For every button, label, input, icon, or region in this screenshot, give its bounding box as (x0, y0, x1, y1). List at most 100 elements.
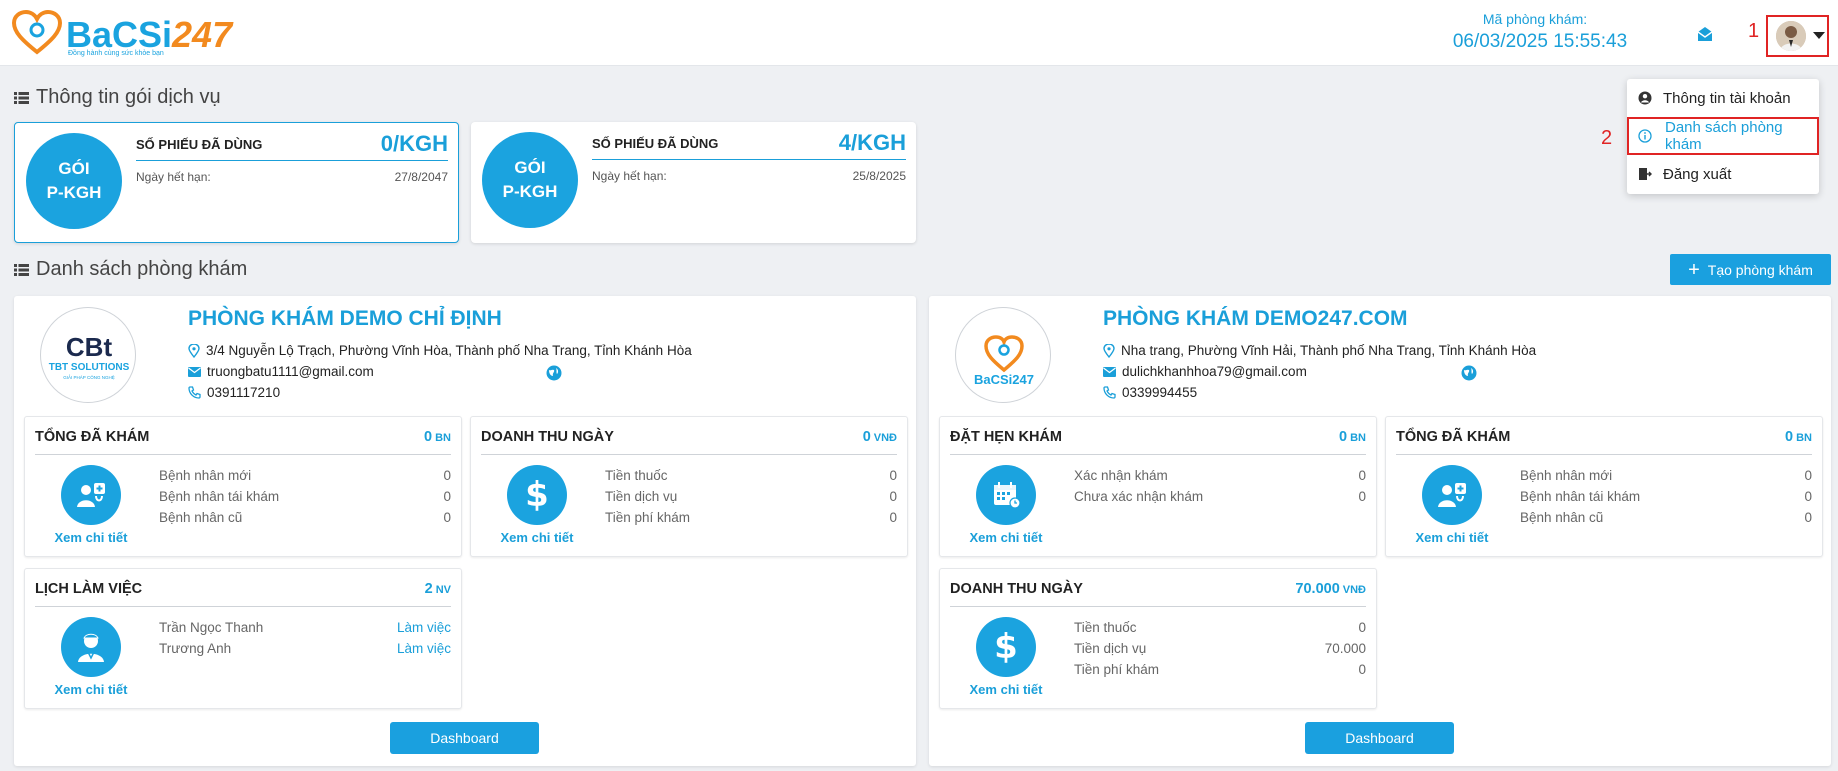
package-value: 4/KGH (838, 130, 906, 155)
clinic-phone: 0391117210 (188, 385, 280, 400)
datetime: 06/03/2025 15:55:43 (1452, 31, 1628, 52)
svg-text:BaCSi247: BaCSi247 (974, 372, 1034, 387)
clinic-address: Nha trang, Phường Vĩnh Hải, Thành phố Nh… (1103, 343, 1536, 358)
heart-logo-icon (12, 10, 62, 55)
clinic-code-label: Mã phòng khám: (1482, 11, 1588, 27)
clinic-email: dulichkhanhhoa79@gmail.com (1103, 364, 1307, 379)
clinic-panel: BaCSi247 PHÒNG KHÁM DEMO247.COM Nha tran… (929, 296, 1831, 766)
package-card[interactable]: GÓI P-KGH SỐ PHIẾU ĐÃ DÙNG 0/KGH Ngày hết… (14, 122, 459, 243)
stat-row: Tiền thuốc 0 (1074, 620, 1366, 635)
menu-item-clinic-list[interactable]: Danh sách phòng khám (1627, 117, 1819, 155)
divider (35, 606, 451, 607)
dashboard-button[interactable]: Dashboard (1305, 722, 1454, 754)
annotation-marker-1: 1 (1748, 20, 1760, 42)
dollar-icon[interactable]: $ (507, 465, 567, 525)
stat-total: 70.000 VNĐ (1295, 581, 1366, 597)
clinic-email: truongbatu1111@gmail.com (188, 364, 374, 379)
globe-icon[interactable] (546, 365, 562, 381)
svg-text:TBT SOLUTIONS: TBT SOLUTIONS (49, 362, 130, 373)
user-dropdown-menu: Thông tin tài khoản Danh sách phòng khám… (1627, 79, 1819, 194)
dollar-icon[interactable]: $ (976, 617, 1036, 677)
package-label: SỐ PHIẾU ĐÃ DÙNG (136, 137, 263, 152)
stat-card-total-examined: TỔNG ĐÃ KHÁM 0 BN Xem chi tiết Bệnh nhân … (24, 416, 462, 557)
stat-row: Bệnh nhân cũ 0 (1520, 510, 1812, 525)
staff-row: Trương Anh Làm việc (159, 641, 451, 656)
logout-icon (1639, 168, 1652, 180)
stat-card-daily-revenue: DOANH THU NGÀY 0 VNĐ $ Xem chi tiết Tiền … (470, 416, 908, 557)
menu-item-label: Danh sách phòng khám (1665, 119, 1783, 153)
divider (35, 454, 451, 455)
divider (592, 159, 906, 160)
menu-item-label: Đăng xuất (1663, 165, 1732, 183)
stat-card-total-examined: TỔNG ĐÃ KHÁM 0 BN Xem chi tiết Bệnh nhân … (1385, 416, 1823, 557)
view-details-link[interactable]: Xem chi tiết (1400, 530, 1504, 545)
mail-icon[interactable] (1697, 26, 1713, 42)
logo[interactable]: BaCSi247 Đồng hành cùng sức khỏe bạn (12, 10, 232, 57)
menu-item-logout[interactable]: Đăng xuất (1627, 155, 1819, 193)
user-circle-icon (1638, 91, 1652, 105)
stat-row: Tiền phí khám 0 (605, 510, 897, 525)
location-pin-icon (188, 343, 200, 358)
stat-total: 0 BN (424, 429, 451, 445)
email-icon (188, 366, 201, 377)
logo-tagline: Đồng hành cùng sức khỏe bạn (68, 50, 164, 57)
clinic-panel: CBt TBT SOLUTIONS GIẢI PHÁP CÔNG NGHỆ PH… (14, 296, 916, 766)
top-bar: BaCSi247 Đồng hành cùng sức khỏe bạn Mã … (0, 0, 1838, 66)
divider (950, 606, 1366, 607)
stat-row: Bệnh nhân tái khám 0 (159, 489, 451, 504)
plus-icon: + (1688, 258, 1700, 281)
stat-card-work-schedule: LỊCH LÀM VIỆC 2 NV Xem chi tiết Trần Ngọc… (24, 568, 462, 709)
section-title-clinics: Danh sách phòng khám (14, 258, 247, 281)
list-icon (14, 91, 29, 104)
view-details-link[interactable]: Xem chi tiết (39, 682, 143, 697)
clinic-address: 3/4 Nguyễn Lộ Trạch, Phường Vĩnh Hòa, Th… (188, 343, 692, 358)
clinic-name[interactable]: PHÒNG KHÁM DEMO247.COM (1103, 307, 1408, 331)
user-menu-toggle[interactable] (1766, 15, 1829, 57)
dashboard-button[interactable]: Dashboard (390, 722, 539, 754)
stat-row: Tiền thuốc 0 (605, 468, 897, 483)
doctor-icon[interactable] (61, 617, 121, 677)
svg-text:CBt: CBt (66, 332, 113, 362)
doctor-patient-icon[interactable] (1422, 465, 1482, 525)
view-details-link[interactable]: Xem chi tiết (485, 530, 589, 545)
view-details-link[interactable]: Xem chi tiết (954, 530, 1058, 545)
email-icon (1103, 366, 1116, 377)
stat-total: 2 NV (424, 581, 451, 597)
stat-row: Xác nhận khám 0 (1074, 468, 1366, 483)
location-pin-icon (1103, 343, 1115, 358)
package-badge: GÓI P-KGH (26, 133, 122, 229)
calendar-icon[interactable] (976, 465, 1036, 525)
view-details-link[interactable]: Xem chi tiết (954, 682, 1058, 697)
stat-row: Bệnh nhân tái khám 0 (1520, 489, 1812, 504)
annotation-marker-2: 2 (1601, 127, 1613, 149)
divider (481, 454, 897, 455)
clinic-phone: 0339994455 (1103, 385, 1197, 400)
stat-row: Bệnh nhân mới 0 (1520, 468, 1812, 483)
clinic-logo: CBt TBT SOLUTIONS GIẢI PHÁP CÔNG NGHỆ (40, 307, 136, 403)
info-icon (1638, 129, 1652, 143)
clinic-logo: BaCSi247 (955, 307, 1051, 403)
doctor-patient-icon[interactable] (61, 465, 121, 525)
stat-total: 0 BN (1785, 429, 1812, 445)
divider (1396, 454, 1812, 455)
list-icon (14, 263, 29, 276)
stat-total: 0 BN (1339, 429, 1366, 445)
stat-card-appointments: ĐẶT HẸN KHÁM 0 BN Xem chi tiết Xác nhận k… (939, 416, 1377, 557)
stat-card-daily-revenue: DOANH THU NGÀY 70.000 VNĐ $ Xem chi tiết … (939, 568, 1377, 709)
stat-row: Bệnh nhân cũ 0 (159, 510, 451, 525)
divider (136, 160, 448, 161)
clinic-name[interactable]: PHÒNG KHÁM DEMO CHỈ ĐỊNH (188, 307, 502, 331)
stat-row: Tiền phí khám 0 (1074, 662, 1366, 677)
divider (950, 454, 1366, 455)
globe-icon[interactable] (1461, 365, 1477, 381)
package-card[interactable]: GÓI P-KGH SỐ PHIẾU ĐÃ DÙNG 4/KGH Ngày hết… (471, 122, 916, 243)
phone-icon (1103, 386, 1116, 399)
package-expiry: 25/8/2025 (852, 169, 906, 183)
view-details-link[interactable]: Xem chi tiết (39, 530, 143, 545)
create-clinic-button[interactable]: + Tạo phòng khám (1670, 254, 1831, 285)
package-value: 0/KGH (380, 131, 448, 156)
stat-row: Tiền dịch vụ 70.000 (1074, 641, 1366, 656)
package-expiry: 27/8/2047 (394, 170, 448, 184)
menu-item-account-info[interactable]: Thông tin tài khoản (1627, 79, 1819, 117)
avatar (1776, 21, 1806, 51)
